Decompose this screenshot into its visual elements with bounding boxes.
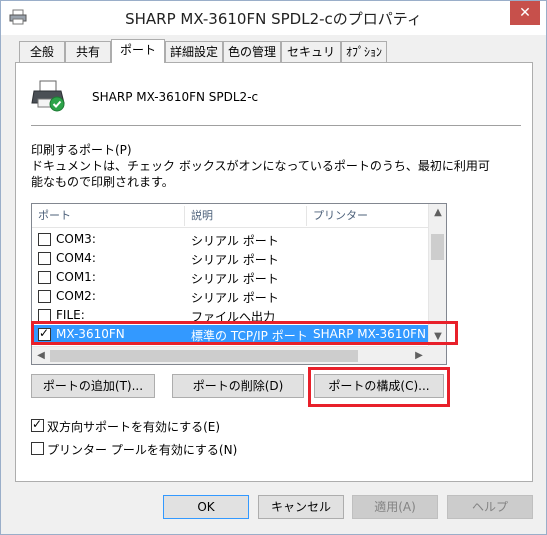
port-row-com1[interactable]: COM1: シリアル ポート [32, 268, 428, 287]
port-row-com4[interactable]: COM4: シリアル ポート [32, 249, 428, 268]
properties-dialog: SHARP MX-3610FN SPDL2-cのプロパティ ✕ 全般 共有 ポー… [0, 0, 547, 535]
horizontal-scrollbar[interactable]: ◀ ▶ [32, 346, 428, 364]
printer-pooling-option[interactable]: プリンター プールを有効にする(N) [31, 441, 271, 457]
tab-color-management[interactable]: 色の管理 [223, 41, 281, 62]
help-button[interactable]: ヘルプ [447, 495, 533, 519]
tab-advanced[interactable]: 詳細設定 [165, 41, 223, 62]
ok-button[interactable]: OK [163, 495, 249, 519]
bidirectional-checkbox[interactable] [31, 417, 44, 432]
port-checkbox[interactable] [38, 233, 51, 246]
tab-sharing[interactable]: 共有 [65, 41, 111, 62]
pooling-label: プリンター プールを有効にする(N) [47, 443, 238, 457]
horizontal-scroll-thumb[interactable] [50, 350, 358, 362]
port-name: COM2: [56, 289, 96, 303]
add-port-button[interactable]: ポートの追加(T)... [31, 374, 155, 398]
pooling-checkbox[interactable] [31, 442, 44, 455]
port-description: シリアル ポート [191, 234, 279, 248]
scrollbar-corner [428, 346, 446, 364]
port-row-com3[interactable]: COM3: シリアル ポート [32, 230, 428, 249]
highlight-frame-selected-port [31, 321, 458, 345]
apply-button[interactable]: 適用(A) [352, 495, 438, 519]
port-description: シリアル ポート [191, 253, 279, 267]
vertical-scroll-thumb[interactable] [431, 234, 444, 260]
port-name: COM1: [56, 270, 96, 284]
port-checkbox[interactable] [38, 252, 51, 265]
tab-security[interactable]: セキュリティ [281, 41, 341, 79]
port-description: シリアル ポート [191, 291, 279, 305]
separator [31, 125, 521, 126]
port-checkbox[interactable] [38, 271, 51, 284]
tab-general[interactable]: 全般 [19, 41, 65, 62]
tab-ports[interactable]: ポート [111, 39, 165, 63]
bidirectional-label: 双方向サポートを有効にする(E) [47, 420, 221, 434]
printer-name: SHARP MX-3610FN SPDL2-c [92, 90, 259, 104]
port-name: FILE: [56, 308, 85, 322]
ports-description: ドキュメントは、チェック ボックスがオンになっているポートのうち、最初に利用可能… [31, 159, 490, 189]
close-button[interactable]: ✕ [510, 1, 540, 25]
window-title: SHARP MX-3610FN SPDL2-cのプロパティ [125, 10, 422, 28]
ports-heading: 印刷するポート(P) [31, 143, 132, 157]
port-description: シリアル ポート [191, 272, 279, 286]
port-checkbox[interactable] [38, 290, 51, 303]
port-row-com2[interactable]: COM2: シリアル ポート [32, 287, 428, 306]
scroll-left-icon[interactable]: ◀ [32, 347, 50, 364]
port-name: COM4: [56, 251, 96, 265]
cancel-button[interactable]: キャンセル [258, 495, 344, 519]
tab-options[interactable]: ｵﾌﾟｼｮﾝ [341, 41, 387, 62]
scroll-right-icon[interactable]: ▶ [410, 347, 428, 364]
column-port[interactable]: ポート [32, 204, 184, 228]
column-description[interactable]: 説明 [185, 204, 306, 228]
port-list-header: ポート 説明 プリンター [32, 204, 428, 228]
bidirectional-support-option[interactable]: 双方向サポートを有効にする(E) [31, 417, 271, 434]
scroll-up-icon[interactable]: ▲ [429, 204, 446, 222]
port-name: COM3: [56, 232, 96, 246]
printer-icon [31, 80, 65, 112]
delete-port-button[interactable]: ポートの削除(D) [172, 374, 304, 398]
highlight-frame-configure-button [308, 367, 450, 407]
title-bar: SHARP MX-3610FN SPDL2-cのプロパティ ✕ [1, 1, 546, 35]
column-printer[interactable]: プリンター [307, 204, 428, 228]
